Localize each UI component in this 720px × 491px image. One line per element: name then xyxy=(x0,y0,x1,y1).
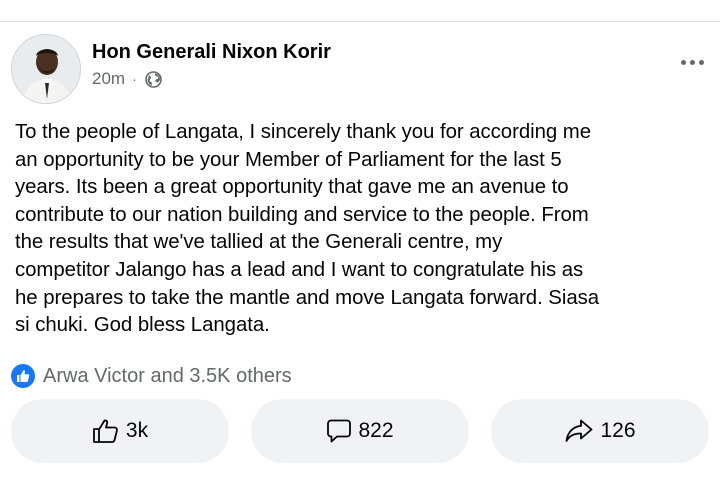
post-text-line: the results that we've tallied at the Ge… xyxy=(15,231,503,254)
thumbs-up-icon xyxy=(92,418,120,444)
comment-icon xyxy=(326,418,352,444)
like-count: 3k xyxy=(125,419,149,442)
globe-icon xyxy=(144,70,162,88)
more-options-button[interactable] xyxy=(677,52,707,72)
author-avatar[interactable] xyxy=(11,34,81,104)
post-header: Hon Generali Nixon Korir 20m · xyxy=(11,34,711,104)
post-text-line: contribute to our nation building and se… xyxy=(15,203,589,226)
more-dot-icon xyxy=(680,59,686,65)
more-dot-icon xyxy=(689,59,695,65)
author-name[interactable]: Hon Generali Nixon Korir xyxy=(92,41,331,64)
post-text-line: he prepares to take the mantle and move … xyxy=(15,286,600,309)
comment-button[interactable]: 822 xyxy=(251,399,469,463)
share-button[interactable]: 126 xyxy=(491,399,709,463)
action-bar: 3k 822 126 xyxy=(11,399,709,463)
post-body: To the people of Langata, I sincerely th… xyxy=(15,119,715,340)
post-text-line: si chuki. God bless Langata. xyxy=(15,314,270,337)
like-button[interactable]: 3k xyxy=(11,399,229,463)
post-meta: 20m · xyxy=(92,69,162,89)
post-text-line: years. Its been a great opportunity that… xyxy=(15,176,569,199)
post-text-line: an opportunity to be your Member of Parl… xyxy=(15,148,562,171)
comment-count: 822 xyxy=(358,419,394,442)
meta-separator: · xyxy=(132,71,137,87)
post-text-line: To the people of Langata, I sincerely th… xyxy=(15,121,592,143)
post-text-line: competitor Jalango has a lead and I want… xyxy=(15,258,584,281)
reactions-text[interactable]: Arwa Victor and 3.5K others xyxy=(43,365,292,388)
post-timestamp[interactable]: 20m xyxy=(92,69,125,89)
reactions-summary[interactable]: Arwa Victor and 3.5K others xyxy=(11,363,292,389)
more-dot-icon xyxy=(698,59,704,65)
share-arrow-icon xyxy=(564,418,594,444)
like-icon xyxy=(11,364,35,388)
share-count: 126 xyxy=(600,419,636,442)
top-divider xyxy=(0,21,720,22)
